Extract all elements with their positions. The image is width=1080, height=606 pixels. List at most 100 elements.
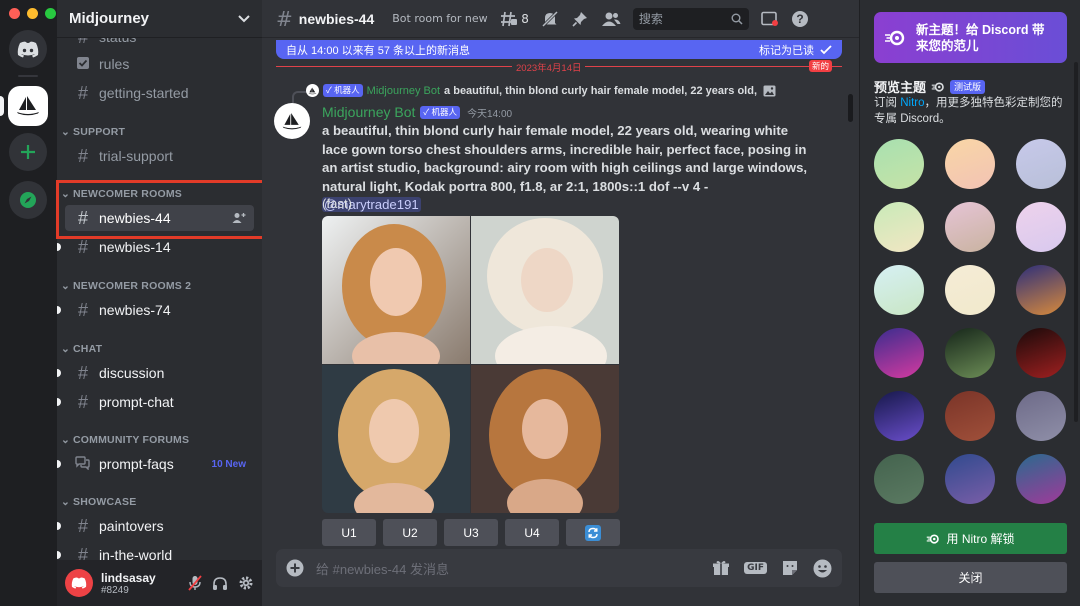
- generated-image-2[interactable]: [471, 216, 619, 364]
- theme-swatch-9[interactable]: [1016, 265, 1066, 315]
- theme-swatch-16[interactable]: [874, 454, 924, 504]
- theme-swatch-5[interactable]: [945, 202, 995, 252]
- search-input[interactable]: 搜索: [632, 7, 749, 30]
- text-channel-icon: #: [77, 362, 88, 383]
- minimize-window-button[interactable]: [27, 8, 38, 19]
- category-community-forums[interactable]: ⌄ COMMUNITY FORUMS: [61, 434, 189, 446]
- reroll-button[interactable]: [566, 519, 620, 546]
- pin-icon[interactable]: [571, 10, 589, 28]
- add-server-button[interactable]: [9, 133, 47, 171]
- new-messages-bar[interactable]: 自从 14:00 以来有 57 条以上的新消息 标记为已读: [276, 40, 842, 59]
- category-newcomer-rooms-2[interactable]: ⌄ NEWCOMER ROOMS 2: [61, 280, 191, 292]
- theme-swatch-7[interactable]: [874, 265, 924, 315]
- server-name: Midjourney: [69, 10, 150, 27]
- new-themes-promo[interactable]: 新主题！给 Discord 带 来您的范儿: [874, 12, 1067, 63]
- upscale-button-4[interactable]: U4: [505, 519, 559, 546]
- category-label: SHOWCASE: [73, 496, 137, 508]
- image-grid[interactable]: [322, 216, 619, 513]
- chevron-down-icon: [238, 14, 250, 22]
- help-icon[interactable]: ?: [791, 10, 809, 28]
- unread-indicator: [57, 369, 61, 377]
- channel-prompt-faqs[interactable]: prompt-faqs 10 New: [57, 451, 254, 477]
- unread-indicator: [57, 398, 61, 406]
- maximize-window-button[interactable]: [45, 8, 56, 19]
- nitro-link[interactable]: Nitro: [900, 97, 924, 109]
- user-avatar[interactable]: [65, 569, 93, 597]
- channel-sidebar: Midjourney # status rules # getting-starte…: [57, 0, 262, 606]
- channel-in-the-world[interactable]: # in-the-world: [57, 542, 254, 560]
- category-chat[interactable]: ⌄ CHAT: [61, 343, 102, 355]
- discord-home-button[interactable]: [9, 30, 47, 68]
- upscale-button-1[interactable]: U1: [322, 519, 376, 546]
- channel-rules[interactable]: rules: [65, 51, 254, 77]
- headphones-icon[interactable]: [212, 576, 228, 591]
- message-header: Midjourney Bot ✓ 机器人 今天14:00: [322, 104, 512, 120]
- generated-image-1[interactable]: [322, 216, 470, 364]
- date-divider-text: 2023年4月14日: [512, 60, 586, 74]
- channel-status[interactable]: # status: [65, 38, 254, 50]
- new-posts-badge: 10 New: [211, 458, 246, 470]
- channel-topic[interactable]: Bot room for new ...: [392, 12, 492, 25]
- reply-reference[interactable]: ✓ 机器人 Midjourney Bot a beautiful, thin b…: [306, 84, 826, 97]
- member-list-icon[interactable]: [601, 11, 621, 27]
- explore-servers-button[interactable]: [9, 181, 47, 219]
- microphone-muted-icon[interactable]: [188, 575, 202, 591]
- theme-swatch-11[interactable]: [945, 328, 995, 378]
- midjourney-boat-icon: [308, 87, 317, 94]
- theme-swatch-13[interactable]: [874, 391, 924, 441]
- panel-scrollbar[interactable]: [1074, 62, 1078, 422]
- theme-swatch-14[interactable]: [945, 391, 995, 441]
- threads-button[interactable]: 8: [500, 11, 529, 27]
- theme-swatch-2[interactable]: [945, 139, 995, 189]
- emoji-icon[interactable]: [813, 559, 832, 578]
- highlight-annotation-box: [56, 180, 267, 239]
- gift-icon[interactable]: [712, 559, 730, 577]
- add-attachment-icon[interactable]: [286, 559, 304, 577]
- bot-badge: ✓ 机器人: [323, 84, 363, 97]
- search-placeholder: 搜索: [638, 12, 663, 26]
- upscale-button-2[interactable]: U2: [383, 519, 437, 546]
- theme-swatch-6[interactable]: [1016, 202, 1066, 252]
- midjourney-server-icon[interactable]: [8, 86, 48, 126]
- chat-scrollbar[interactable]: [848, 94, 853, 122]
- unlock-with-nitro-button[interactable]: 用 Nitro 解锁: [874, 523, 1067, 554]
- channel-paintovers[interactable]: # paintovers: [57, 513, 254, 539]
- theme-swatch-8[interactable]: [945, 265, 995, 315]
- category-support[interactable]: ⌄ SUPPORT: [61, 126, 125, 138]
- channel-newbies-74[interactable]: # newbies-74: [57, 297, 254, 323]
- close-button[interactable]: 关闭: [874, 562, 1067, 593]
- generated-image-4[interactable]: [471, 365, 619, 513]
- rail-separator: [18, 75, 38, 77]
- user-info[interactable]: lindsasay #8249: [101, 571, 156, 596]
- channel-prompt-chat[interactable]: # prompt-chat: [57, 389, 254, 415]
- theme-swatch-4[interactable]: [874, 202, 924, 252]
- server-header[interactable]: Midjourney: [57, 0, 262, 38]
- forum-icon: [73, 454, 93, 475]
- message-author[interactable]: Midjourney Bot: [322, 104, 415, 120]
- notifications-muted-icon[interactable]: [541, 10, 559, 28]
- mark-as-read-button[interactable]: 标记为已读: [759, 42, 832, 58]
- close-window-button[interactable]: [9, 8, 20, 19]
- theme-swatch-10[interactable]: [874, 328, 924, 378]
- channel-getting-started[interactable]: # getting-started: [65, 80, 254, 106]
- theme-swatch-3[interactable]: [1016, 139, 1066, 189]
- message-author-avatar[interactable]: [274, 103, 310, 139]
- theme-swatch-17[interactable]: [945, 454, 995, 504]
- upscale-button-3[interactable]: U3: [444, 519, 498, 546]
- theme-swatch-18[interactable]: [1016, 454, 1066, 504]
- sticker-icon[interactable]: [781, 559, 799, 577]
- generated-image-3[interactable]: [322, 365, 470, 513]
- unlock-label: 用 Nitro 解锁: [946, 532, 1015, 546]
- channel-trial-support[interactable]: # trial-support: [65, 143, 254, 169]
- category-showcase[interactable]: ⌄ SHOWCASE: [61, 496, 136, 508]
- gif-button[interactable]: GIF: [744, 562, 767, 574]
- theme-swatch-12[interactable]: [1016, 328, 1066, 378]
- inbox-icon[interactable]: [761, 11, 779, 27]
- gear-icon[interactable]: [238, 575, 254, 591]
- theme-swatch-15[interactable]: [1016, 391, 1066, 441]
- bot-badge: ✓ 机器人: [420, 105, 461, 119]
- channel-discussion[interactable]: # discussion: [57, 360, 254, 386]
- theme-swatch-1[interactable]: [874, 139, 924, 189]
- message-composer[interactable]: 给 #newbies-44 发消息 GIF: [276, 549, 842, 587]
- mark-as-read-label: 标记为已读: [759, 44, 814, 57]
